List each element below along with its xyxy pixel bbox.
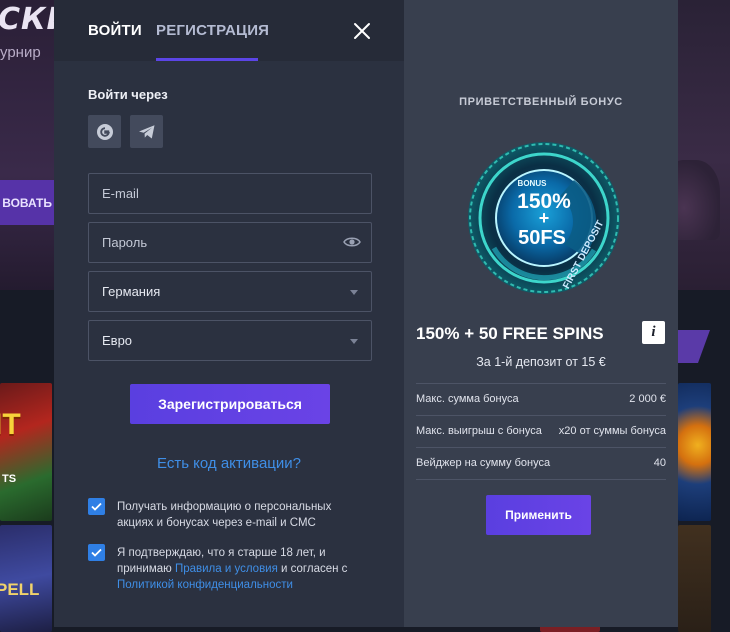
game-tile-title: IT [0, 408, 21, 441]
password-field[interactable] [88, 222, 372, 263]
bonus-detail-value: x20 от суммы бонуса [558, 425, 666, 437]
bonus-detail-value: 40 [653, 457, 666, 469]
apply-bonus-button[interactable]: Применить [486, 495, 591, 535]
close-icon[interactable] [352, 21, 372, 41]
info-icon[interactable]: i [642, 321, 665, 344]
checkmark-icon [91, 548, 102, 557]
game-tile-subtitle: TS [2, 473, 17, 485]
active-tab-indicator [156, 58, 258, 61]
chevron-down-icon [350, 290, 358, 295]
telegram-icon [138, 124, 154, 138]
privacy-policy-link[interactable]: Политикой конфиденциальности [117, 579, 293, 591]
bonus-badge-image: BONUS 150% + 50FS FIRST DEPOSIT [468, 142, 620, 294]
chevron-down-icon [350, 339, 358, 344]
divider [416, 479, 666, 480]
registration-modal: ВОЙТИ РЕГИСТРАЦИЯ Войти через E-mail Гер… [54, 0, 678, 627]
password-input[interactable] [89, 223, 371, 262]
bonus-detail-label: Макс. сумма бонуса [416, 393, 519, 405]
bonus-detail-label: Вейджер на сумму бонуса [416, 457, 551, 469]
tab-login[interactable]: ВОЙТИ [88, 0, 142, 61]
terms-link[interactable]: Правила и условия [175, 563, 278, 575]
bonus-detail-value: 2 000 € [629, 393, 666, 405]
hero-cta-button[interactable]: ВОВАТЬ [0, 180, 58, 225]
badge-plus: + [539, 208, 550, 228]
age-terms-checkbox[interactable] [88, 544, 105, 561]
google-icon [96, 123, 113, 140]
google-login-button[interactable] [88, 115, 121, 148]
bonus-heading: ПРИВЕТСТВЕННЫЙ БОНУС [459, 96, 623, 108]
badge-bonus-label: BONUS [518, 179, 548, 188]
welcome-bonus-panel: ПРИВЕТСТВЕННЫЙ БОНУС BONUS 150% + 50FS F… [404, 0, 678, 627]
game-tile[interactable]: IT TS [0, 383, 52, 521]
game-tile[interactable] [678, 383, 711, 521]
bonus-detail-row: Макс. выигрыш с бонуса x20 от суммы бону… [416, 415, 666, 446]
telegram-login-button[interactable] [130, 115, 163, 148]
game-tile[interactable]: PELL [0, 525, 52, 632]
modal-header: ВОЙТИ РЕГИСТРАЦИЯ [54, 0, 404, 61]
bonus-detail-row: Макс. сумма бонуса 2 000 € [416, 383, 666, 414]
checkmark-icon [91, 502, 102, 511]
game-tile-title: PELL [0, 580, 40, 599]
marketing-consent-checkbox[interactable] [88, 498, 105, 515]
activation-code-link[interactable]: Есть код активации? [54, 455, 404, 472]
country-value: Германия [102, 284, 161, 299]
registration-form-panel: ВОЙТИ РЕГИСТРАЦИЯ Войти через E-mail Гер… [54, 0, 404, 627]
country-select[interactable]: Германия [88, 271, 372, 312]
email-field[interactable] [88, 173, 372, 214]
bonus-subtitle: За 1-й депозит от 15 € [476, 355, 606, 369]
login-via-label: Войти через [88, 87, 168, 102]
show-password-icon[interactable] [343, 235, 361, 249]
game-tile[interactable] [678, 525, 711, 632]
bonus-detail-label: Макс. выигрыш с бонуса [416, 425, 542, 437]
tab-register[interactable]: РЕГИСТРАЦИЯ [156, 0, 269, 61]
marketing-consent-label: Получать информацию о персональных акция… [117, 501, 332, 529]
email-input[interactable] [89, 174, 371, 213]
age-terms-text: и согласен с [277, 563, 348, 575]
bonus-detail-row: Вейджер на сумму бонуса 40 [416, 447, 666, 478]
bonus-title: 150% + 50 FREE SPINS [416, 324, 604, 343]
register-button[interactable]: Зарегистрироваться [130, 384, 330, 424]
hero-subtitle: урнир [0, 44, 41, 61]
age-terms-label: Я подтверждаю, что я старше 18 лет, и пр… [117, 545, 367, 593]
currency-select[interactable]: Евро [88, 320, 372, 361]
currency-value: Евро [102, 333, 133, 348]
badge-free-spins: 50FS [518, 227, 566, 249]
